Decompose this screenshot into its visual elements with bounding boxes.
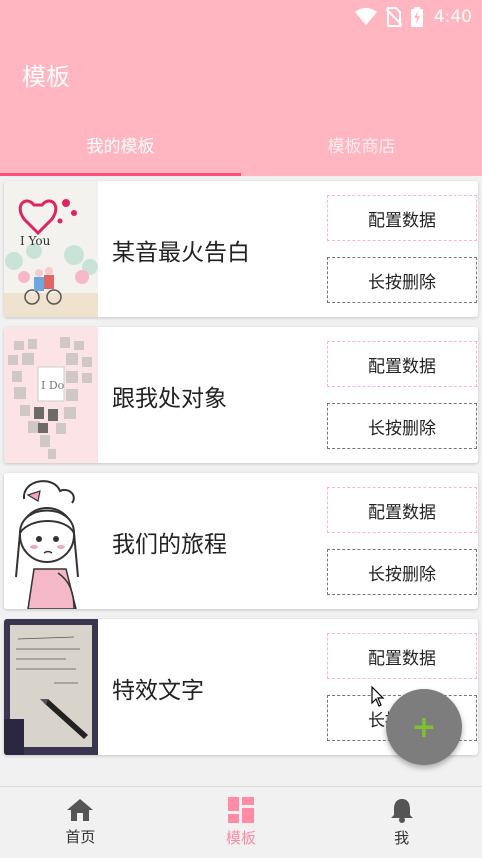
mouse-cursor-icon bbox=[371, 686, 385, 707]
svg-text:I Do: I Do bbox=[41, 379, 65, 392]
template-title: 特效文字 bbox=[112, 678, 204, 704]
template-title: 跟我处对象 bbox=[112, 386, 227, 412]
bottom-navigation: 首页 模板 我 bbox=[0, 786, 482, 858]
template-card[interactable]: 我们的旅程 配置数据 长按删除 bbox=[4, 473, 478, 609]
tab-bar: 我的模板 模板商店 bbox=[0, 113, 482, 176]
config-data-button[interactable]: 配置数据 bbox=[327, 633, 477, 679]
app-bar: 模板 bbox=[0, 33, 482, 113]
config-data-button[interactable]: 配置数据 bbox=[327, 341, 477, 387]
template-title: 我们的旅程 bbox=[112, 532, 227, 558]
template-thumbnail bbox=[4, 473, 98, 609]
status-bar: 4:40 bbox=[0, 0, 482, 33]
tab-my-templates[interactable]: 我的模板 bbox=[0, 113, 241, 176]
long-press-delete-button[interactable]: 长按删除 bbox=[327, 257, 477, 303]
wifi-icon bbox=[354, 7, 377, 25]
home-icon bbox=[67, 799, 94, 821]
status-time: 4:40 bbox=[433, 6, 472, 27]
nav-templates-label: 模板 bbox=[226, 829, 257, 847]
tab-template-store[interactable]: 模板商店 bbox=[241, 113, 482, 176]
template-card[interactable]: I You 某音最火告白 配置数据 长按删除 bbox=[4, 181, 478, 317]
svg-text:I You: I You bbox=[20, 234, 51, 248]
no-sim-icon bbox=[385, 6, 402, 27]
template-thumbnail: I Do bbox=[4, 327, 98, 463]
nav-home[interactable]: 首页 bbox=[0, 787, 161, 858]
nav-home-label: 首页 bbox=[65, 828, 96, 846]
add-template-fab[interactable]: + bbox=[386, 689, 462, 765]
nav-me[interactable]: 我 bbox=[321, 787, 482, 858]
template-thumbnail: I You bbox=[4, 181, 98, 317]
bell-icon bbox=[390, 799, 413, 823]
long-press-delete-button[interactable]: 长按删除 bbox=[327, 549, 477, 595]
config-data-button[interactable]: 配置数据 bbox=[327, 487, 477, 533]
template-grid-icon bbox=[228, 797, 254, 823]
config-data-button[interactable]: 配置数据 bbox=[327, 195, 477, 241]
template-thumbnail bbox=[4, 619, 98, 755]
template-card[interactable]: I Do 跟我处对象 配置数据 长按删除 bbox=[4, 327, 478, 463]
battery-charging-icon bbox=[410, 6, 423, 27]
long-press-delete-button[interactable]: 长按删除 bbox=[327, 403, 477, 449]
template-title: 某音最火告白 bbox=[112, 240, 250, 266]
nav-me-label: 我 bbox=[394, 829, 410, 847]
page-title: 模板 bbox=[22, 63, 70, 91]
nav-templates[interactable]: 模板 bbox=[161, 787, 322, 858]
